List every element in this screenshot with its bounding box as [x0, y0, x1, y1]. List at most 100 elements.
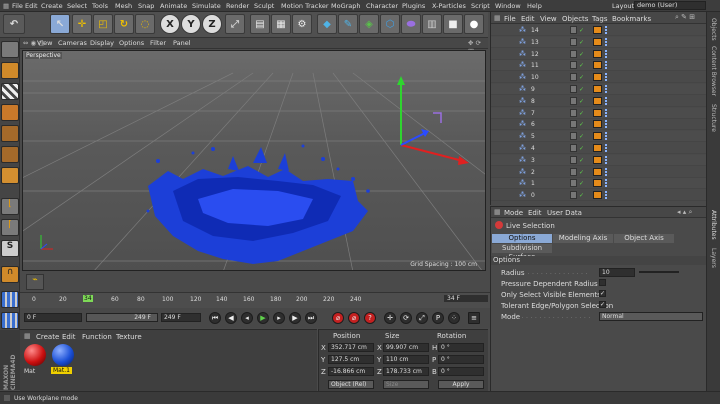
scale-key-icon[interactable]: ⤢ [416, 312, 428, 324]
object-menu-objects[interactable]: Objects [562, 15, 588, 23]
tab-modeling-axis[interactable]: Modeling Axis [553, 234, 613, 243]
render-picture-viewer-icon[interactable]: ▦ [271, 14, 291, 34]
material-menu-texture[interactable]: Texture [116, 333, 142, 341]
viewport-menu-cameras[interactable]: Cameras [58, 39, 87, 47]
locked-workplane-icon[interactable] [1, 312, 19, 329]
radius-slider[interactable] [639, 271, 679, 273]
next-frame-icon[interactable]: ▸ [273, 312, 285, 324]
fluid-tag-icon[interactable] [593, 73, 602, 82]
coord-pos-x-field[interactable]: 352.717 cm [328, 343, 374, 352]
object-name[interactable]: 14 [531, 27, 539, 34]
timeline-current-frame[interactable]: 34 [83, 295, 93, 302]
selection-tag-icon[interactable] [605, 26, 609, 34]
coord-mode-select[interactable]: Object (Rel) [328, 380, 374, 389]
attribute-menu-mode[interactable]: Mode [504, 209, 523, 217]
object-row[interactable]: ⁂ 5 ✓ [491, 131, 707, 143]
pen-spline-icon[interactable]: ✎ [338, 14, 358, 34]
object-enable-icon[interactable]: ✓ [579, 51, 584, 58]
polygons-mode-icon[interactable] [1, 167, 19, 184]
object-enable-icon[interactable]: ✓ [579, 39, 584, 46]
viewport-menu-filter[interactable]: Filter [150, 39, 166, 47]
menu-plugins[interactable]: Plugins [402, 2, 425, 10]
selection-tag-icon[interactable] [605, 108, 609, 117]
object-name[interactable]: 13 [531, 39, 539, 46]
object-name[interactable]: 1 [531, 180, 535, 187]
object-name[interactable]: 8 [531, 98, 535, 105]
move-tool-icon[interactable]: ✛ [72, 14, 92, 34]
menu-select[interactable]: Select [67, 2, 87, 10]
coord-size-z-field[interactable]: 178.733 cm [383, 367, 429, 376]
object-row[interactable]: ⁂ 0 ✓ [491, 190, 707, 202]
attribute-menu-icon[interactable]: ▦ [494, 208, 501, 216]
start-frame-field[interactable]: 0 F [24, 313, 82, 322]
fluid-tag-icon[interactable] [593, 26, 602, 34]
selection-tag-icon[interactable] [605, 179, 609, 188]
selection-tag-icon[interactable] [605, 85, 609, 93]
object-row[interactable]: ⁂ 13 ✓ [491, 36, 707, 48]
object-row[interactable]: ⁂ 10 ✓ [491, 72, 707, 84]
previous-frame-icon[interactable]: ◂ [241, 312, 253, 324]
object-row[interactable]: ⁂ 11 ✓ [491, 60, 707, 72]
object-name[interactable]: 2 [531, 169, 535, 176]
object-visibility-icon[interactable] [570, 179, 577, 188]
object-name[interactable]: 5 [531, 133, 535, 140]
material-label-mat[interactable]: Mat [24, 368, 35, 375]
object-menu-edit[interactable]: Edit [521, 15, 535, 23]
menu-help[interactable]: Help [527, 2, 542, 10]
array-icon[interactable]: ⬡ [380, 14, 400, 34]
position-key-icon[interactable]: ✛ [384, 312, 396, 324]
render-settings-icon[interactable]: ⚙ [292, 14, 312, 34]
selection-tag-icon[interactable] [605, 132, 609, 141]
y-axis-lock-icon[interactable]: Y [181, 14, 201, 34]
object-visibility-icon[interactable] [570, 73, 577, 82]
light-icon[interactable]: ● [464, 14, 484, 34]
object-manager-search-icon[interactable]: ⌕ ✎ ⊞ [675, 13, 695, 22]
keyframe-selection-icon[interactable]: ? [364, 312, 376, 324]
object-name[interactable]: 6 [531, 121, 535, 128]
object-row[interactable]: ⁂ 2 ✓ [491, 166, 707, 178]
make-editable-icon[interactable] [1, 41, 19, 58]
coord-apply-button[interactable]: Apply [438, 380, 484, 389]
menu-simulate[interactable]: Simulate [192, 2, 221, 10]
fluid-tag-icon[interactable] [593, 61, 602, 70]
fluid-tag-icon[interactable] [593, 167, 602, 176]
fluid-tag-icon[interactable] [593, 179, 602, 188]
selection-tag-icon[interactable] [605, 96, 609, 105]
coord-size-x-field[interactable]: 99.907 cm [383, 343, 429, 352]
tab-subdivision-surface[interactable]: Subdivision Surface [492, 244, 552, 261]
live-selection-tool-icon[interactable]: ↖ [50, 14, 70, 34]
viewport-scene[interactable] [23, 51, 486, 271]
record-active-objects-icon[interactable]: ⌀ [332, 312, 344, 324]
mode-select[interactable]: Normal [599, 312, 703, 321]
object-row[interactable]: ⁂ 6 ✓ [491, 119, 707, 131]
object-name[interactable]: 10 [531, 74, 539, 81]
object-name[interactable]: 7 [531, 110, 535, 117]
coord-rot-h-field[interactable]: 0 ° [438, 343, 484, 352]
menu-edit[interactable]: Edit [25, 2, 38, 10]
object-enable-icon[interactable]: ✓ [579, 110, 584, 117]
selection-tag-icon[interactable] [605, 155, 609, 164]
object-menu-file[interactable]: File [504, 15, 516, 23]
fluid-tag-icon[interactable] [593, 49, 602, 58]
edges-mode-icon[interactable] [1, 146, 19, 163]
coord-pos-y-field[interactable]: 127.5 cm [328, 355, 374, 364]
model-mode-icon[interactable] [1, 62, 19, 79]
tab-object-axis[interactable]: Object Axis [614, 234, 674, 243]
object-name[interactable]: 3 [531, 157, 535, 164]
menu-tools[interactable]: Tools [92, 2, 108, 10]
rotation-key-icon[interactable]: ⟳ [400, 312, 412, 324]
coordinate-system-icon[interactable]: ⤢ [225, 14, 245, 34]
fluid-tag-icon[interactable] [593, 132, 602, 141]
viewport-menu-panel[interactable]: Panel [173, 39, 191, 47]
previous-key-icon[interactable]: ◀ [225, 312, 237, 324]
selection-tag-icon[interactable] [605, 191, 609, 200]
object-row[interactable]: ⁂ 14 ✓ [491, 25, 707, 36]
side-tab-content-browser[interactable]: Content Browser [710, 46, 717, 96]
menu-animate[interactable]: Animate [160, 2, 187, 10]
selection-tag-icon[interactable] [605, 120, 609, 129]
object-row[interactable]: ⁂ 12 ✓ [491, 48, 707, 60]
recent-tool-icon[interactable]: ◌ [135, 14, 155, 34]
camera-icon[interactable]: ■ [443, 14, 463, 34]
layout-select[interactable]: demo (User) [634, 1, 706, 10]
undo-button[interactable]: ↶ [3, 14, 25, 34]
